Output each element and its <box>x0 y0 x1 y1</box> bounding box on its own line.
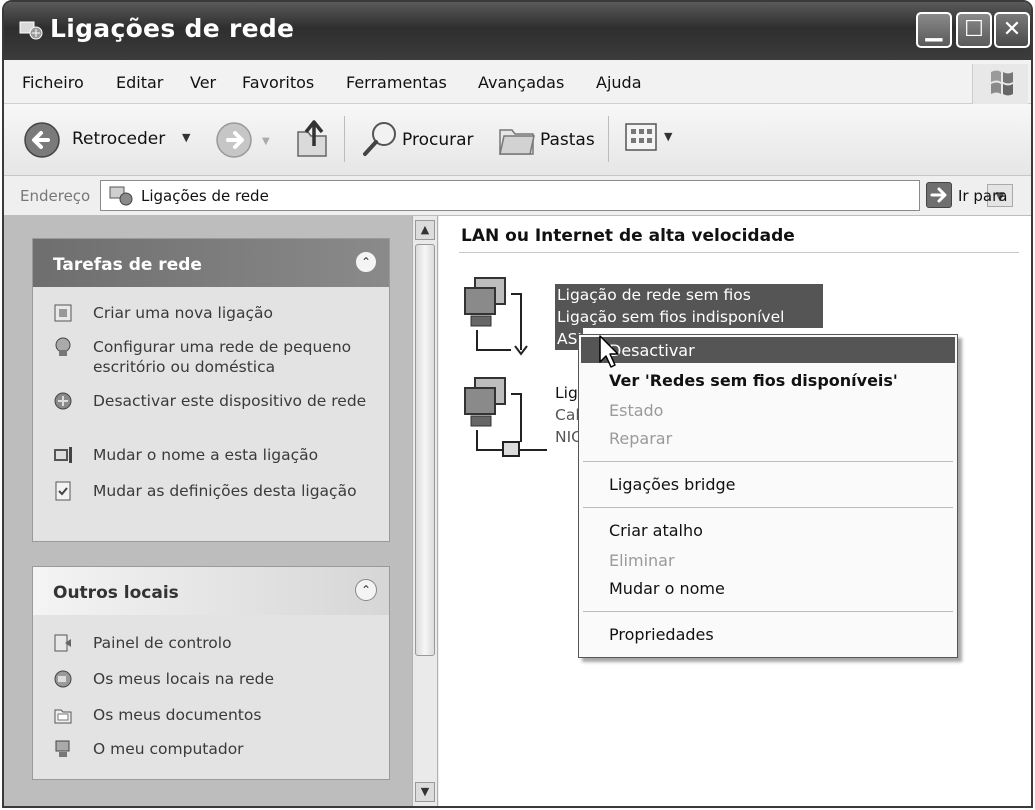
menu-bar: Ficheiro Editar Ver Favoritos Ferramenta… <box>4 60 1031 104</box>
search-label: Procurar <box>402 130 474 150</box>
context-menu-separator <box>583 461 953 462</box>
settings-icon <box>55 481 71 501</box>
mouse-pointer-icon <box>599 335 619 368</box>
network-tasks-header[interactable]: Tarefas de rede ⌃ <box>33 239 389 287</box>
back-label: Retroceder <box>72 129 166 149</box>
other-places-header[interactable]: Outros locais ⌃ <box>33 567 389 615</box>
toolbar: Retroceder ▼ ▼ Procurar Pastas ▼ <box>4 104 1031 176</box>
windows-flag-icon <box>991 70 1013 96</box>
up-folder-icon[interactable] <box>292 116 332 160</box>
folders-icon <box>499 129 535 155</box>
forward-arrow-icon[interactable] <box>214 120 254 160</box>
go-label[interactable]: Ir para <box>958 187 1007 205</box>
disable-device-icon <box>54 392 72 410</box>
task-label: Mudar as definições desta ligação <box>93 482 357 500</box>
back-arrow-icon <box>24 122 60 158</box>
lan-network-icon[interactable] <box>461 374 551 464</box>
back-dropdown-icon[interactable]: ▼ <box>182 131 190 144</box>
home-network-icon <box>55 337 71 356</box>
collapse-chevron-icon[interactable]: ⌃ <box>355 579 377 601</box>
back-button[interactable]: Retroceder ▼ <box>16 114 194 164</box>
network-connections-icon <box>109 186 133 206</box>
folders-button[interactable]: Pastas <box>492 114 602 164</box>
ctx-item-properties[interactable]: Propriedades <box>609 625 714 644</box>
task-label: Mudar o nome a esta ligação <box>93 446 319 464</box>
address-bar: Endereço Ligações de rede ▼ Ir para <box>4 176 1031 216</box>
computer-icon <box>55 740 70 757</box>
context-menu-separator <box>583 611 953 612</box>
wireless-connection-status[interactable]: Ligação sem fios indisponível <box>555 306 823 328</box>
place-label: O meu computador <box>93 740 244 758</box>
menu-favorites[interactable]: Favoritos <box>242 73 314 92</box>
menu-tools[interactable]: Ferramentas <box>346 73 447 92</box>
search-icon <box>363 122 396 156</box>
new-connection-icon <box>54 304 72 322</box>
maximize-button[interactable]: ☐ <box>956 12 992 48</box>
window-title: Ligações de rede <box>50 14 295 43</box>
views-grid-icon <box>625 123 657 151</box>
go-button[interactable] <box>926 182 952 208</box>
menu-edit[interactable]: Editar <box>116 73 163 92</box>
context-menu-separator <box>583 507 953 508</box>
network-places-icon <box>54 670 72 688</box>
ctx-item-repair: Reparar <box>609 429 673 448</box>
address-value: Ligações de rede <box>141 187 269 205</box>
other-places-panel: Outros locais ⌃ Painel de controlo Os me… <box>32 566 390 780</box>
views-button[interactable]: ▼ <box>622 118 686 160</box>
menu-view[interactable]: Ver <box>190 73 216 92</box>
windows-logo <box>972 64 1028 104</box>
wireless-network-icon[interactable] <box>461 274 545 362</box>
forward-dropdown-icon[interactable]: ▼ <box>262 136 270 147</box>
toolbar-separator <box>344 116 345 162</box>
place-label: Painel de controlo <box>93 634 232 652</box>
address-label: Endereço <box>20 187 91 205</box>
place-label: Os meus locais na rede <box>93 670 274 688</box>
minimize-button[interactable]: ▁ <box>916 12 952 48</box>
vertical-scrollbar[interactable]: ▲ ▼ <box>412 216 438 806</box>
lan-connection-status: Cal <box>555 406 580 424</box>
group-title: LAN ou Internet de alta velocidade <box>461 226 795 246</box>
title-bar[interactable]: Ligações de rede ▁ ☐ ✕ <box>4 2 1031 60</box>
rename-icon <box>54 447 72 463</box>
ctx-item-rename[interactable]: Mudar o nome <box>609 579 725 598</box>
scroll-thumb[interactable] <box>415 244 435 656</box>
search-button[interactable]: Procurar <box>356 114 486 164</box>
context-menu: Desactivar Ver 'Redes sem fios disponíve… <box>578 334 958 658</box>
group-divider <box>459 252 1019 253</box>
close-button[interactable]: ✕ <box>994 12 1030 48</box>
go-arrow-icon <box>930 187 947 203</box>
task-pane: Tarefas de rede ⌃ Criar uma nova ligação… <box>4 216 412 806</box>
scroll-down-icon[interactable]: ▼ <box>415 782 435 802</box>
ctx-item-status: Estado <box>609 401 664 420</box>
wireless-connection-name[interactable]: Ligação de rede sem fios <box>555 284 823 306</box>
other-places-title: Outros locais <box>53 583 179 603</box>
place-label: Os meus documentos <box>93 706 262 724</box>
ctx-item-bridge-connections[interactable]: Ligações bridge <box>609 475 736 494</box>
toolbar-separator <box>608 116 609 162</box>
ctx-item-create-shortcut[interactable]: Criar atalho <box>609 521 703 540</box>
folders-label: Pastas <box>540 130 595 150</box>
ctx-item-view-wireless-networks[interactable]: Ver 'Redes sem fios disponíveis' <box>609 371 898 390</box>
ctx-item-delete: Eliminar <box>609 551 675 570</box>
network-tasks-panel: Tarefas de rede ⌃ Criar uma nova ligação… <box>32 238 390 542</box>
task-label: Criar uma nova ligação <box>93 304 274 322</box>
views-dropdown-icon: ▼ <box>664 130 673 143</box>
task-label: Configurar uma rede de pequeno escritóri… <box>93 338 352 376</box>
address-input[interactable]: Ligações de rede ▼ <box>100 180 1013 211</box>
lan-connection-name[interactable]: Lig <box>555 382 578 404</box>
network-tasks-title: Tarefas de rede <box>53 255 202 275</box>
maximize-icon: ☐ <box>964 17 984 42</box>
collapse-chevron-icon[interactable]: ⌃ <box>355 251 377 273</box>
control-panel-icon <box>54 634 71 652</box>
menu-file[interactable]: Ficheiro <box>22 73 84 92</box>
scroll-up-icon[interactable]: ▲ <box>415 220 435 240</box>
minimize-icon: ▁ <box>925 17 943 42</box>
task-label: Desactivar este dispositivo de rede <box>93 392 367 410</box>
menu-help[interactable]: Ajuda <box>596 73 642 92</box>
close-icon: ✕ <box>1002 17 1022 42</box>
menu-advanced[interactable]: Avançadas <box>478 73 564 92</box>
documents-icon <box>54 709 72 724</box>
network-connections-icon <box>19 21 43 40</box>
